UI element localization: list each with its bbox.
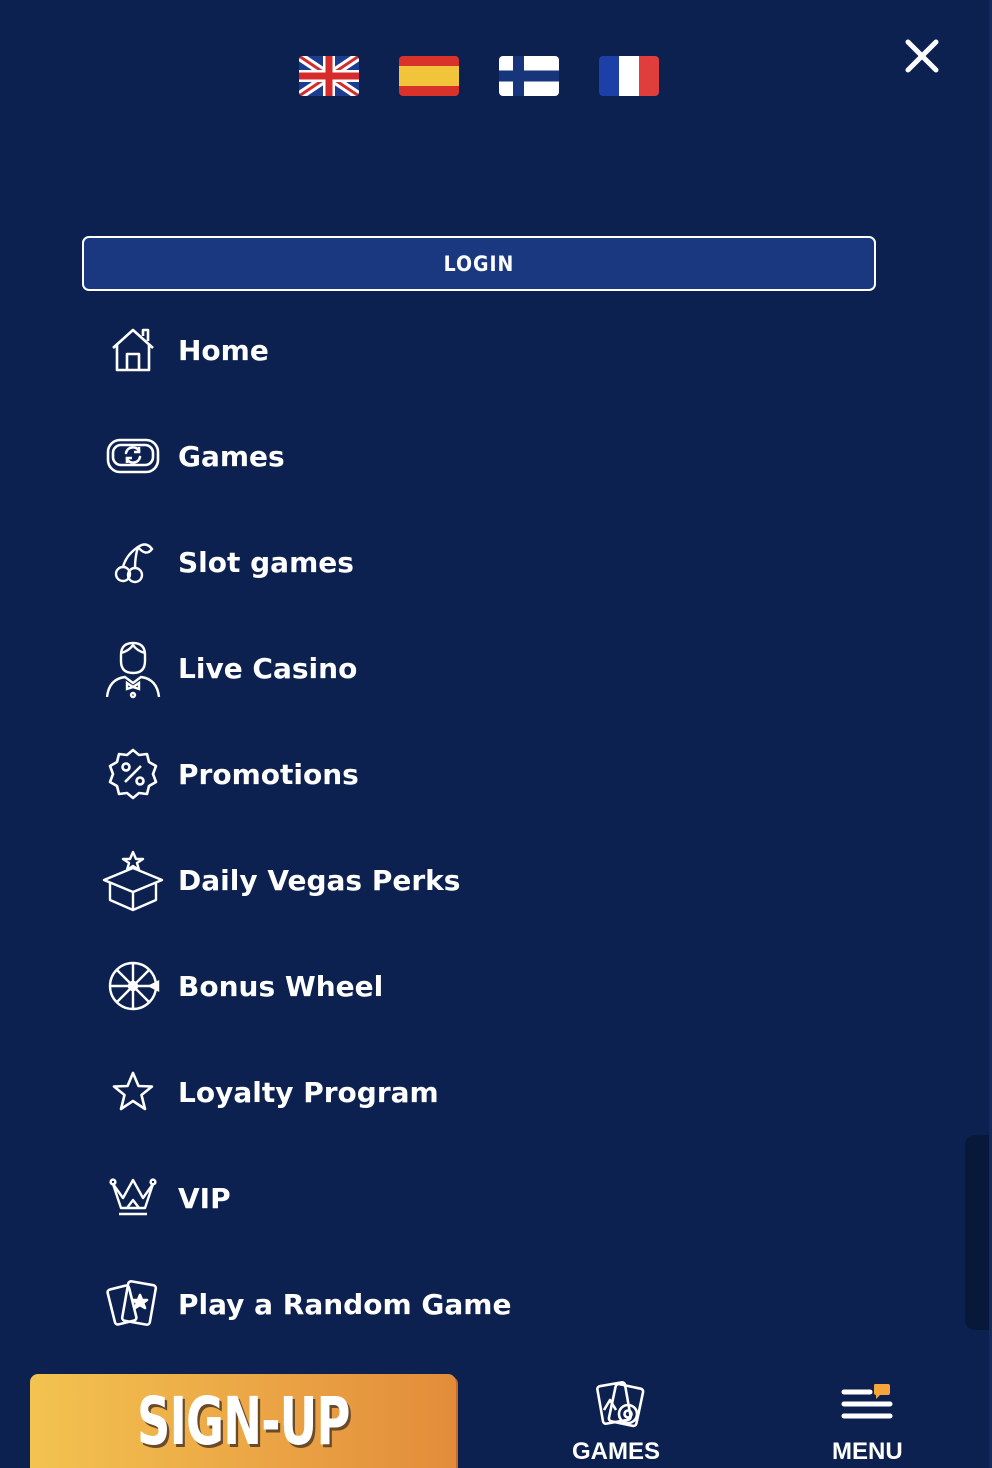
- menu-item-promotions[interactable]: Promotions: [100, 734, 700, 814]
- games-nav-label: GAMES: [572, 1438, 661, 1465]
- login-button[interactable]: LOGIN: [82, 236, 876, 291]
- login-button-label: LOGIN: [443, 251, 515, 276]
- menu-item-vip[interactable]: VIP: [100, 1158, 700, 1238]
- menu-item-daily-vegas-perks[interactable]: Daily Vegas Perks: [100, 840, 700, 920]
- menu-item-live-casino[interactable]: Live Casino: [100, 628, 700, 708]
- language-selector: [299, 56, 659, 96]
- games-icon: [100, 423, 166, 489]
- scrollbar-track[interactable]: [965, 1135, 989, 1330]
- crown-icon: [100, 1165, 166, 1231]
- menu-item-label: Slot games: [178, 545, 354, 579]
- menu-item-label: Bonus Wheel: [178, 969, 384, 1003]
- star-icon: [100, 1059, 166, 1125]
- spain-flag-icon[interactable]: [399, 56, 459, 96]
- menu-item-label: Live Casino: [178, 651, 358, 685]
- signup-button-label: SIGN-UP: [136, 1382, 350, 1460]
- games-cards-icon: [584, 1380, 648, 1434]
- menu-item-random-game[interactable]: Play a Random Game: [100, 1264, 700, 1344]
- dealer-icon: [100, 635, 166, 701]
- games-nav-button[interactable]: GAMES: [572, 1380, 660, 1466]
- menu-item-label: Promotions: [178, 757, 359, 791]
- menu-item-label: Daily Vegas Perks: [178, 863, 461, 897]
- france-flag-icon[interactable]: [599, 56, 659, 96]
- uk-flag-icon[interactable]: [299, 56, 359, 96]
- menu-item-home[interactable]: Home: [100, 310, 700, 390]
- menu-nav-label: MENU: [832, 1438, 903, 1465]
- menu-item-bonus-wheel[interactable]: Bonus Wheel: [100, 946, 700, 1026]
- cards-icon: [100, 1271, 166, 1337]
- house-icon: [100, 317, 166, 383]
- signup-button[interactable]: SIGN-UP: [30, 1374, 456, 1468]
- menu-item-label: Games: [178, 439, 285, 473]
- gift-box-icon: [100, 847, 166, 913]
- menu-item-label: VIP: [178, 1181, 231, 1215]
- menu-item-loyalty-program[interactable]: Loyalty Program: [100, 1052, 700, 1132]
- hamburger-menu-icon: [832, 1380, 902, 1434]
- percent-badge-icon: [100, 741, 166, 807]
- menu-item-label: Play a Random Game: [178, 1287, 512, 1321]
- menu-item-slot-games[interactable]: Slot games: [100, 522, 700, 602]
- menu-nav-button[interactable]: MENU: [832, 1380, 903, 1466]
- cherries-icon: [100, 529, 166, 595]
- finland-flag-icon[interactable]: [499, 56, 559, 96]
- wheel-icon: [100, 953, 166, 1019]
- menu-item-label: Home: [178, 333, 269, 367]
- menu-item-label: Loyalty Program: [178, 1075, 439, 1109]
- menu-item-games[interactable]: Games: [100, 416, 700, 496]
- close-icon[interactable]: [902, 36, 942, 76]
